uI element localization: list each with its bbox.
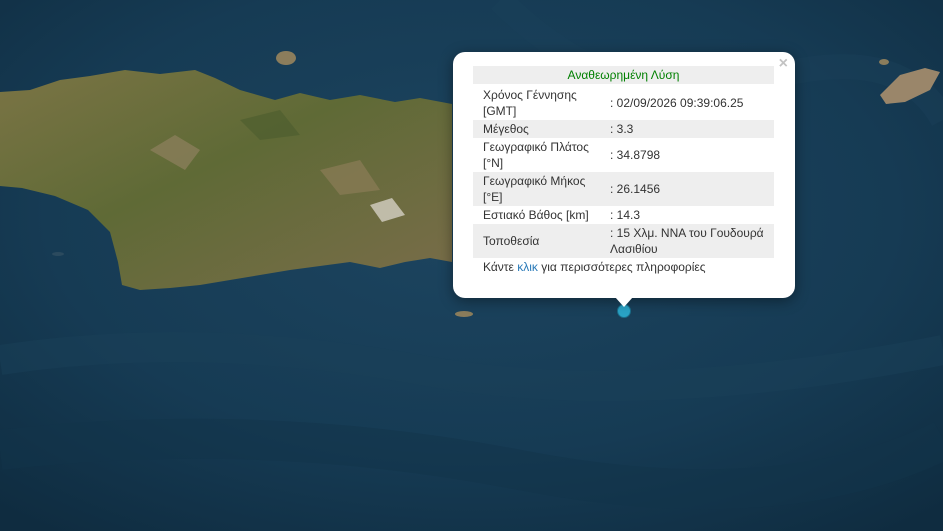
detail-row: Χρόνος Γέννησης [GMT] : 02/09/2026 09:39:… [473,86,774,120]
earthquake-info-popup: × Αναθεωρημένη Λύση Χρόνος Γέννησης [GMT… [453,52,795,298]
detail-row: Μέγεθος : 3.3 [473,120,774,138]
popup-content: Αναθεωρημένη Λύση Χρόνος Γέννησης [GMT]:… [473,66,774,275]
detail-row: Γεωγραφικό Πλάτος [°N] : 34.8798 [473,138,774,172]
detail-label: Τοποθεσία [483,234,540,248]
popup-tip [615,297,633,307]
detail-row: Εστιακό Βάθος [km] : 14.3 [473,206,774,224]
islet-north [276,51,296,65]
islet-south [455,311,473,317]
more-suffix: για περισσότερες πληροφορίες [541,260,706,274]
detail-value: : 34.8798 [610,148,661,162]
detail-value: : 14.3 [610,208,641,222]
detail-label: Εστιακό Βάθος [km] [483,208,589,222]
detail-label: Χρόνος Γέννησης [GMT] [483,88,577,118]
detail-value: : 15 Χλμ. ΝΝΑ του Γουδουρά Λασιθίου [610,226,764,256]
detail-label: Μέγεθος [483,122,529,136]
detail-label: Γεωγραφικό Πλάτος [°N] [483,140,589,170]
detail-row: Τοποθεσία : 15 Χλμ. ΝΝΑ του Γουδουρά Λασι… [473,224,774,258]
more-info-link[interactable]: κλικ [517,260,538,274]
detail-row: Γεωγραφικό Μήκος [°E] : 26.1456 [473,172,774,206]
more-info-line: Κάντε κλικ για περισσότερες πληροφορίες [473,259,774,275]
close-icon[interactable]: × [779,55,788,73]
detail-value: : 26.1456 [610,182,661,196]
satellite-map[interactable]: × Αναθεωρημένη Λύση Χρόνος Γέννησης [GMT… [0,0,943,531]
detail-value: : 3.3 [610,122,634,136]
detail-label: Γεωγραφικό Μήκος [°E] [483,174,586,204]
more-prefix: Κάντε [483,260,514,274]
detail-value: : 02/09/2026 09:39:06.25 [610,96,744,110]
earthquake-details-table: Χρόνος Γέννησης [GMT] : 02/09/2026 09:39:… [473,86,774,258]
popup-title: Αναθεωρημένη Λύση [473,66,774,84]
